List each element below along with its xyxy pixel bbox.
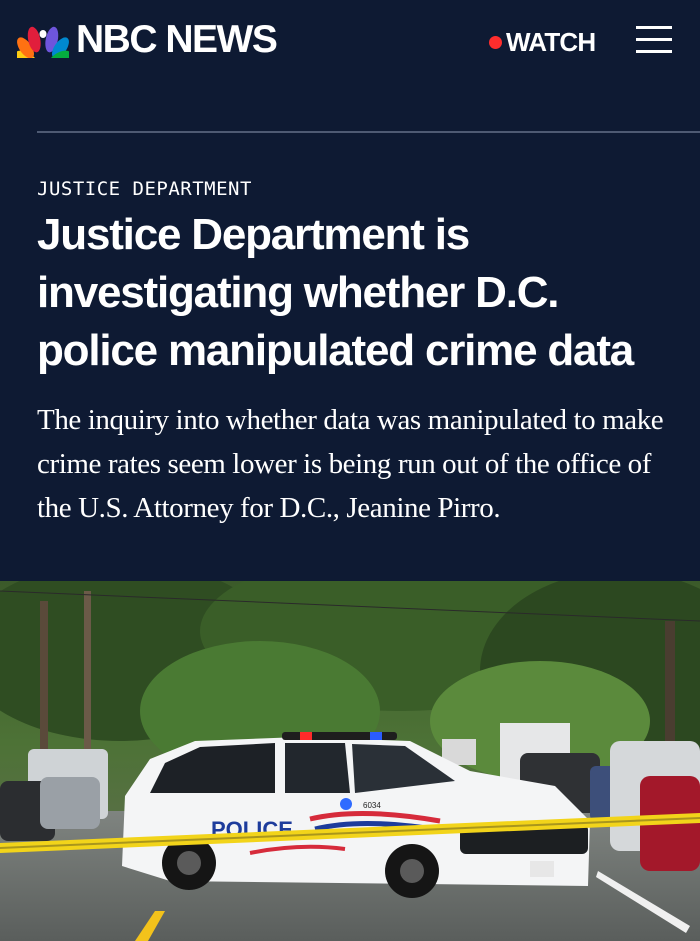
hamburger-menu-icon[interactable]	[636, 24, 672, 56]
watch-button[interactable]: WATCH	[489, 26, 596, 58]
site-header: NBC NEWS WATCH	[0, 0, 700, 82]
watch-label: WATCH	[506, 26, 596, 57]
header-divider	[37, 131, 700, 133]
vehicle-unit-number: 6034	[363, 801, 381, 810]
section-label[interactable]: JUSTICE DEPARTMENT	[37, 178, 252, 200]
article-dek: The inquiry into whether data was manipu…	[37, 404, 664, 524]
brand-name[interactable]: NBC NEWS	[76, 18, 278, 62]
live-dot-icon	[489, 35, 502, 49]
article-photo: POLICE 6034	[0, 581, 700, 941]
article-headline: Justice Department is investigating whet…	[37, 210, 634, 375]
nbc-peacock-icon[interactable]	[17, 22, 69, 58]
